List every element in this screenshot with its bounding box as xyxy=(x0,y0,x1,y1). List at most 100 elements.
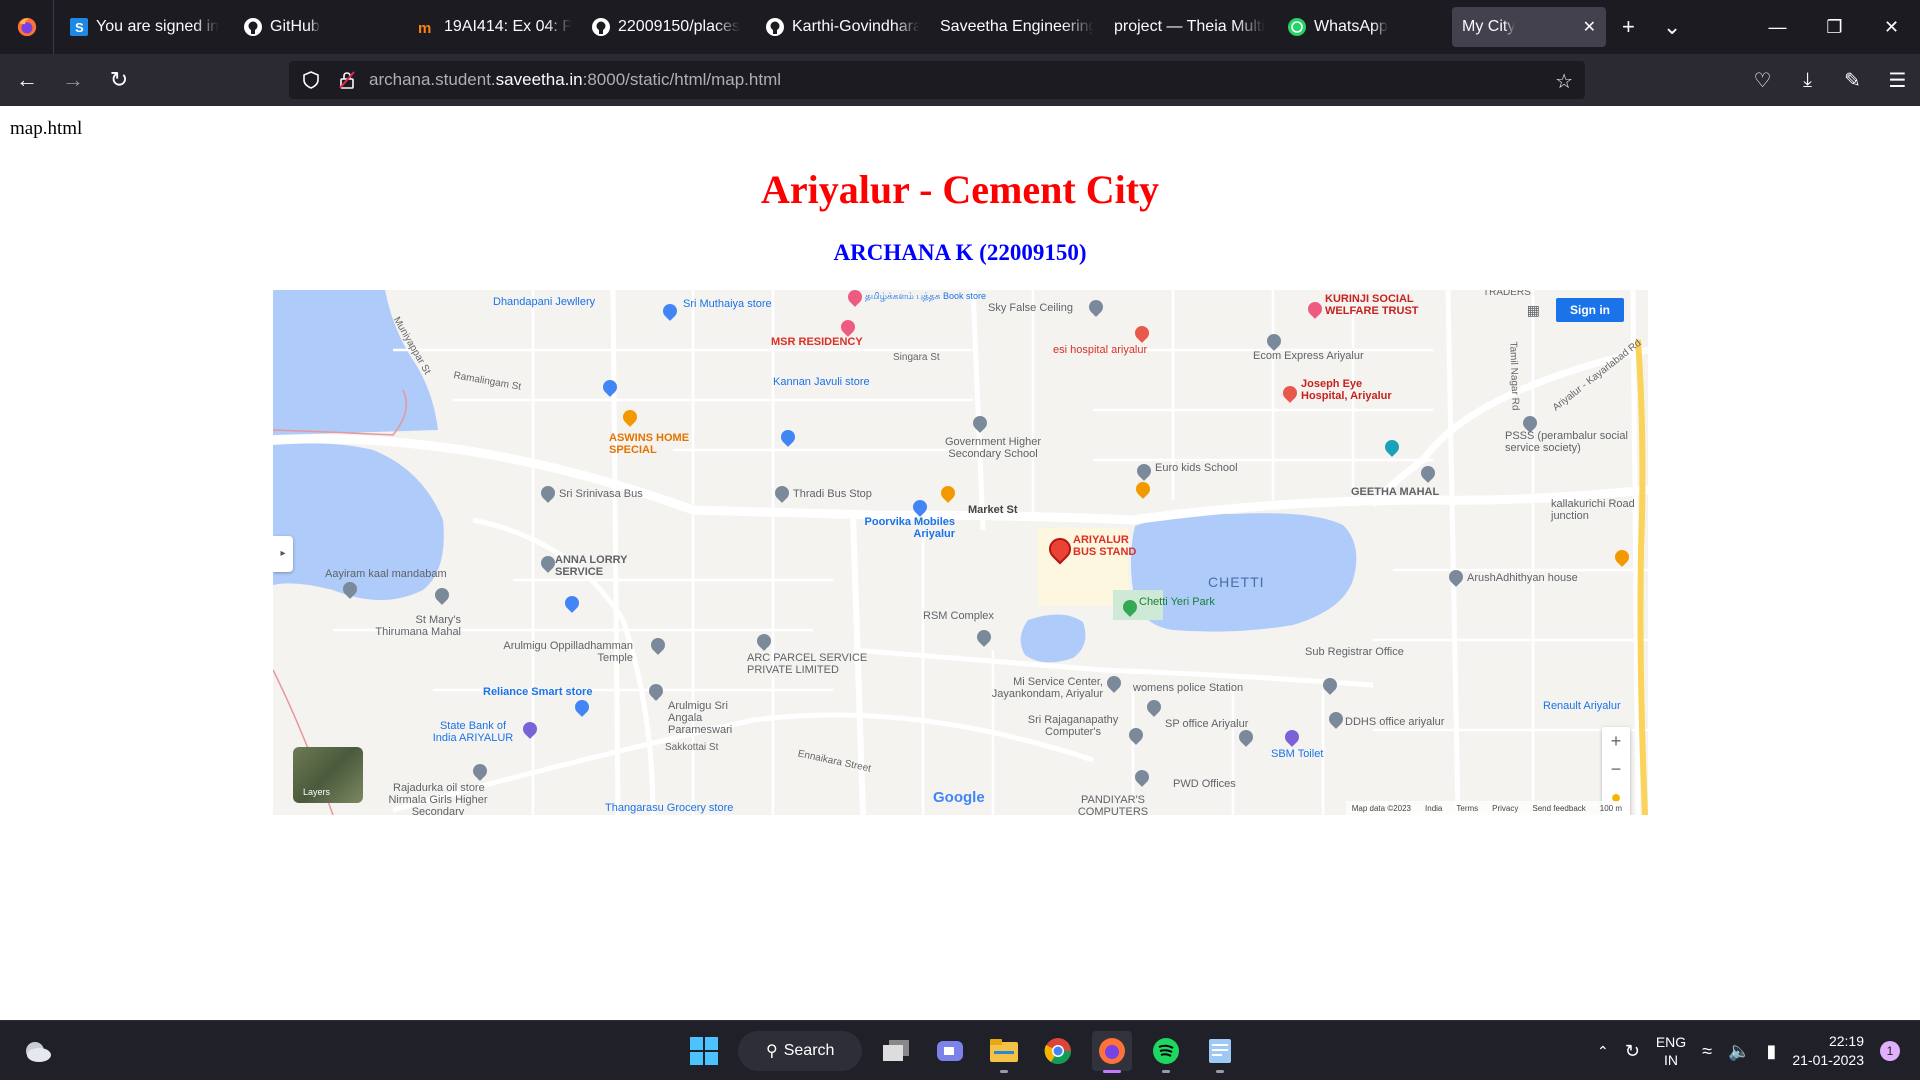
map-label-book-store[interactable]: தமிழ்க்களம் புத்தக Book store xyxy=(865,290,986,302)
tab-my-city[interactable]: My City ✕ xyxy=(1452,7,1606,47)
map-label-geetha[interactable]: GEETHA MAHAL xyxy=(1351,486,1439,498)
map-label-kallakurichi[interactable]: kallakurichi Road junction xyxy=(1551,498,1641,522)
battery-icon[interactable]: ▮ xyxy=(1766,1041,1776,1062)
map-label-pwd[interactable]: PWD Offices xyxy=(1173,778,1236,790)
insecure-lock-icon[interactable] xyxy=(333,71,361,89)
zoom-out-icon[interactable]: − xyxy=(1602,755,1630,783)
restore-icon[interactable]: ❐ xyxy=(1806,17,1863,38)
map-label-reliance[interactable]: Reliance Smart store xyxy=(483,686,592,698)
menu-icon[interactable]: ☰ xyxy=(1875,68,1920,93)
map-label-govt-school[interactable]: Government Higher Secondary School xyxy=(928,436,1058,460)
map-label-womens[interactable]: womens police Station xyxy=(1133,682,1243,694)
map-label-mi-service[interactable]: Mi Service Center, Jayankondam, Ariyalur xyxy=(963,676,1103,700)
map-feedback-link[interactable]: Send feedback xyxy=(1532,804,1585,813)
map-label-angala[interactable]: Arulmigu Sri Angala Parameswari xyxy=(668,700,758,736)
teams-chat-icon[interactable] xyxy=(930,1031,970,1071)
map-label-bus-stand[interactable]: ARIYALUR BUS STAND xyxy=(1073,534,1163,558)
back-icon[interactable]: ← xyxy=(8,61,46,99)
notification-badge[interactable]: 1 xyxy=(1880,1041,1900,1061)
map-terms-link[interactable]: Terms xyxy=(1456,804,1478,813)
url-text[interactable]: archana.student.saveetha.in:8000/static/… xyxy=(369,70,781,90)
wifi-icon[interactable]: ≈ xyxy=(1702,1041,1712,1062)
map-label-pandiyars[interactable]: PANDIYAR'S COMPUTERS xyxy=(1073,794,1153,815)
spotify-icon[interactable] xyxy=(1146,1031,1186,1073)
map-label-arc-parcel[interactable]: ARC PARCEL SERVICE PRIVATE LIMITED xyxy=(747,652,877,676)
map-label-thangarasu[interactable]: Thangarasu Grocery store xyxy=(605,802,733,814)
map-label-renault[interactable]: Renault Ariyalur xyxy=(1543,700,1621,712)
tab-theia[interactable]: project — Theia Multi xyxy=(1104,7,1278,47)
map-label-esi[interactable]: esi hospital ariyalur xyxy=(1053,344,1147,356)
map-label-srinivasa[interactable]: Sri Srinivasa Bus xyxy=(559,488,643,500)
map-label-dhandapani[interactable]: Dhandapani Jewllery xyxy=(493,296,595,308)
map-sign-in-button[interactable]: Sign in xyxy=(1556,298,1624,322)
reload-icon[interactable]: ↻ xyxy=(100,61,138,99)
shield-icon[interactable] xyxy=(297,71,325,89)
map-label-sub-registrar[interactable]: Sub Registrar Office xyxy=(1305,646,1404,658)
map-label-aayiram[interactable]: Aayiram kaal mandabam xyxy=(325,568,447,580)
layers-button[interactable]: Layers xyxy=(293,747,363,803)
map-label-rsm[interactable]: RSM Complex xyxy=(923,610,994,622)
map-label-pssss[interactable]: PSSS (perambalur social service society) xyxy=(1505,430,1640,454)
map-label-chetti-park[interactable]: Chetti Yeri Park xyxy=(1139,596,1215,608)
minimize-icon[interactable]: — xyxy=(1749,17,1806,38)
map-label-arush[interactable]: ArushAdhithyan house xyxy=(1467,572,1578,584)
map-label-joseph[interactable]: Joseph Eye Hospital, Ariyalur xyxy=(1301,378,1411,402)
apps-grid-icon[interactable]: ▦ xyxy=(1527,302,1540,319)
map-label-sky-false[interactable]: Sky False Ceiling xyxy=(988,302,1073,314)
tab-moodle[interactable]: m 19AI414: Ex 04: Pl xyxy=(408,7,582,47)
tab-saveetha[interactable]: Saveetha Engineering xyxy=(930,7,1104,47)
map-label-thradi[interactable]: Thradi Bus Stop xyxy=(793,488,872,500)
side-panel-toggle[interactable]: ▸ xyxy=(273,536,293,572)
show-hidden-icons-chevron-icon[interactable]: ⌃ xyxy=(1597,1043,1609,1060)
firefox-view-icon[interactable] xyxy=(0,0,54,54)
task-view-icon[interactable] xyxy=(876,1031,916,1071)
bookmark-star-icon[interactable]: ☆ xyxy=(1555,69,1573,94)
file-explorer-icon[interactable] xyxy=(984,1031,1024,1073)
weather-cloud-icon[interactable] xyxy=(22,1037,52,1065)
list-all-tabs-icon[interactable]: ⌄ xyxy=(1663,16,1681,38)
map-label-sp-office[interactable]: SP office Ariyalur xyxy=(1165,718,1248,730)
map-label-kannan[interactable]: Kannan Javuli store xyxy=(773,376,870,388)
zoom-in-icon[interactable]: + xyxy=(1602,727,1630,755)
tab-places[interactable]: 22009150/places xyxy=(582,7,756,47)
pocket-icon[interactable]: ♡ xyxy=(1740,68,1785,93)
windows-start-icon[interactable] xyxy=(684,1031,724,1071)
taskbar-search[interactable]: ⚲ Search xyxy=(738,1031,862,1071)
map-label-st-marys[interactable]: St Mary's Thirumana Mahal xyxy=(361,614,461,638)
map-label-sbm[interactable]: SBM Toilet xyxy=(1271,748,1323,760)
map-label-ddhs[interactable]: DDHS office ariyalur xyxy=(1345,716,1444,728)
forward-icon[interactable]: → xyxy=(54,61,92,99)
map-label-muthaiya[interactable]: Sri Muthaiya store xyxy=(683,298,772,310)
firefox-taskbar-icon[interactable] xyxy=(1092,1031,1132,1073)
tab-signed-in[interactable]: S You are signed in xyxy=(60,7,234,47)
map-label-ecom[interactable]: Ecom Express Ariyalur xyxy=(1253,350,1364,362)
tab-github[interactable]: GitHub xyxy=(234,7,408,47)
clock[interactable]: 22:19 21-01-2023 xyxy=(1792,1032,1864,1070)
map-label-arulmigu[interactable]: Arulmigu Oppilladhamman Temple xyxy=(503,640,633,664)
close-tab-icon[interactable]: ✕ xyxy=(1583,17,1596,37)
tab-karthi[interactable]: Karthi-Govindhara xyxy=(756,7,930,47)
new-tab-icon[interactable]: + xyxy=(1622,16,1635,38)
extensions-icon[interactable]: ✎ xyxy=(1830,68,1875,93)
embedded-map[interactable]: ▦ Sign in Dhandapani Jewllery Sri Muthai… xyxy=(273,290,1648,815)
map-label-rajaganapathy[interactable]: Sri Rajaganapathy Computer's xyxy=(1013,714,1133,738)
map-label-sbi[interactable]: State Bank of India ARIYALUR xyxy=(428,720,518,744)
downloads-icon[interactable]: ⤓ xyxy=(1785,69,1830,92)
map-label-msr[interactable]: MSR RESIDENCY xyxy=(771,336,863,348)
close-window-icon[interactable]: ✕ xyxy=(1863,17,1920,38)
volume-icon[interactable]: 🔈 xyxy=(1728,1041,1750,1062)
map-label-kurinji[interactable]: KURINJI SOCIAL WELFARE TRUST xyxy=(1325,293,1435,317)
address-bar[interactable]: archana.student.saveetha.in:8000/static/… xyxy=(289,61,1585,99)
input-language[interactable]: ENG IN xyxy=(1656,1033,1686,1069)
map-label-rajadurka[interactable]: Rajadurka oil store xyxy=(393,782,485,794)
chrome-icon[interactable] xyxy=(1038,1031,1078,1071)
map-label-anna-lorry[interactable]: ANNA LORRY SERVICE xyxy=(555,554,645,578)
map-label-poorvika[interactable]: Poorvika Mobiles Ariyalur xyxy=(845,516,955,540)
map-label-euro-kids[interactable]: Euro kids School xyxy=(1155,462,1238,474)
map-label-nirmala[interactable]: Nirmala Girls Higher Secondary xyxy=(383,794,493,815)
map-label-aswins[interactable]: ASWINS HOME SPECIAL xyxy=(609,432,709,456)
map-privacy-link[interactable]: Privacy xyxy=(1492,804,1518,813)
sync-icon[interactable]: ↻ xyxy=(1625,1041,1640,1062)
tab-whatsapp[interactable]: WhatsApp xyxy=(1278,7,1452,47)
notepad-app-icon[interactable] xyxy=(1200,1031,1240,1073)
